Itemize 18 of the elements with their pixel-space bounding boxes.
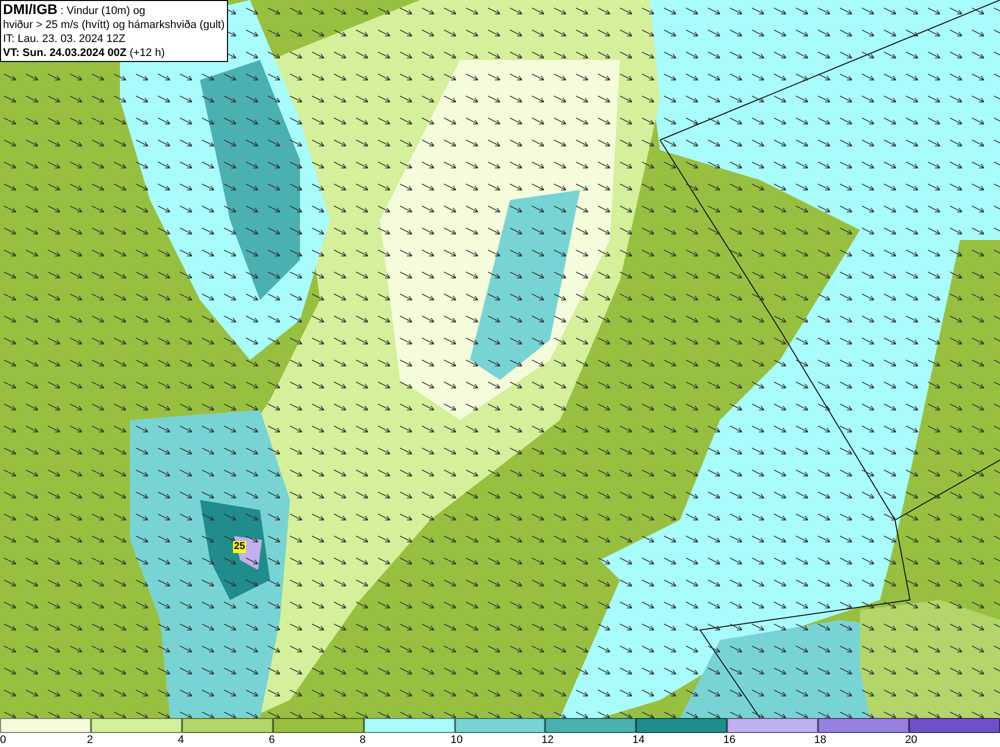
issue-time: IT: Lau. 23. 03. 2024 12Z [3, 32, 126, 46]
legend-label: 10 [450, 733, 463, 747]
title-text: : Vindur (10m) og [60, 5, 146, 17]
legend-label: 18 [814, 733, 826, 747]
legend-label: 6 [268, 733, 275, 747]
source-label: DMI/IGB [3, 1, 58, 17]
lead-time: (+12 h) [130, 47, 165, 59]
valid-time: VT: Sun. 24.03.2024 00Z [3, 47, 127, 59]
subtitle-text: hviður > 25 m/s (hvítt) og hámarkshviða (gult) [3, 18, 225, 32]
legend-label: 12 [541, 733, 554, 747]
legend-label: 8 [360, 733, 366, 747]
gust-marker: 25 [233, 541, 246, 553]
legend-label: 14 [632, 733, 645, 747]
legend-label: 16 [723, 733, 736, 747]
legend-label: 2 [86, 733, 94, 747]
legend-label: 20 [905, 733, 918, 747]
legend-label: 4 [178, 733, 184, 747]
legend-label: 0 [0, 733, 6, 747]
